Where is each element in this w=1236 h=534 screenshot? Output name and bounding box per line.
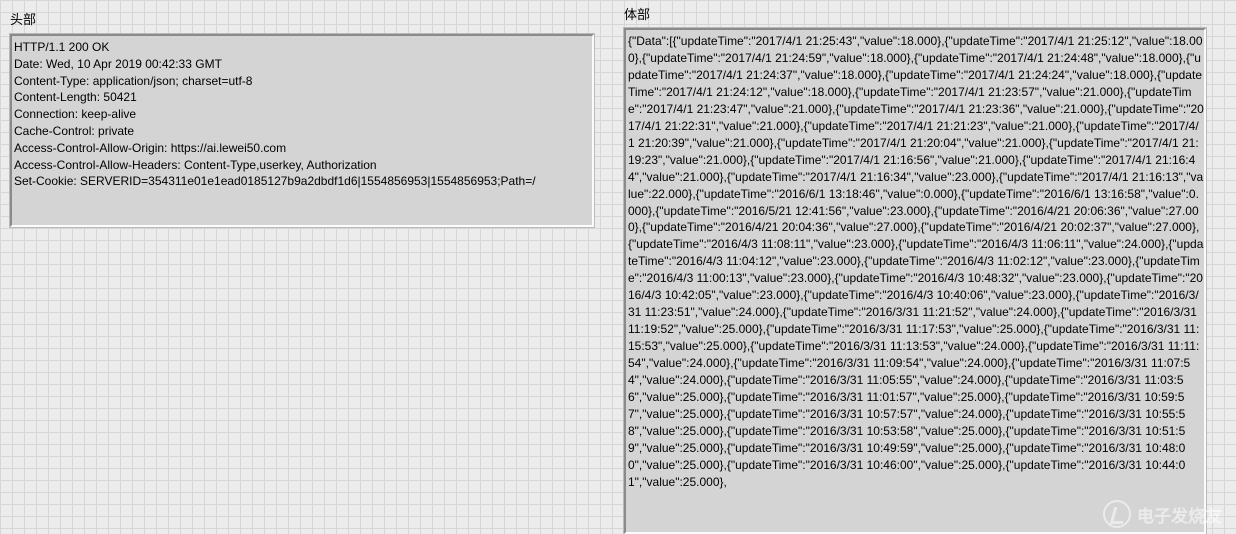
watermark-text: 电子发烧友 xyxy=(1137,506,1222,527)
header-line: Cache-Control: private xyxy=(14,123,135,138)
body-json-text: {"Data":[{"updateTime":"2017/4/1 21:25:4… xyxy=(628,34,1204,489)
header-lines: HTTP/1.1 200 OK Date: Wed, 10 Apr 2019 0… xyxy=(12,36,592,193)
header-line: HTTP/1.1 200 OK xyxy=(14,40,110,54)
header-line: Content-Length: 50421 xyxy=(14,90,137,105)
body-label: 体部 xyxy=(624,8,651,23)
header-line: Access-Control-Allow-Origin: https://ai.… xyxy=(14,140,287,155)
elecfans-logo-icon xyxy=(1103,500,1131,528)
header-line: Date: Wed, 10 Apr 2019 00:42:33 GMT xyxy=(14,56,222,71)
header-label: 头部 xyxy=(10,13,37,28)
body-indicator[interactable]: {"Data":[{"updateTime":"2017/4/1 21:25:4… xyxy=(624,28,1206,534)
header-line: Set-Cookie: SERVERID=354311e01e1ead01851… xyxy=(14,174,536,189)
header-line: Content-Type: application/json; charset=… xyxy=(14,73,253,88)
header-line: Access-Control-Allow-Headers: Content-Ty… xyxy=(14,157,377,172)
watermark: 电子发烧友 xyxy=(1103,500,1222,528)
header-indicator[interactable]: HTTP/1.1 200 OK Date: Wed, 10 Apr 2019 0… xyxy=(10,34,594,227)
header-line: Connection: keep-alive xyxy=(14,107,137,122)
